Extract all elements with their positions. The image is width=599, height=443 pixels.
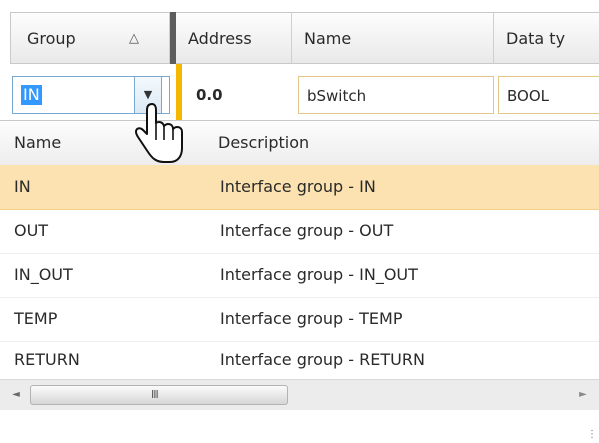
dropdown-option-in[interactable]: IN Interface group - IN: [0, 165, 599, 210]
column-header-group[interactable]: Group △: [10, 12, 170, 64]
data-type-cell[interactable]: BOOL: [498, 76, 599, 114]
grip-icon: III: [151, 388, 159, 401]
dropdown-list-header: Name Description: [0, 121, 599, 166]
dropdown-column-name[interactable]: Name: [14, 121, 61, 165]
option-description: Interface group - IN: [220, 177, 376, 196]
option-name: RETURN: [14, 350, 80, 369]
horizontal-scrollbar[interactable]: ◄ III ►: [0, 379, 599, 410]
dropdown-column-description[interactable]: Description: [218, 121, 309, 165]
group-combobox-value[interactable]: IN: [21, 85, 42, 105]
column-header-address-label: Address: [188, 29, 252, 48]
option-name: OUT: [14, 221, 49, 240]
option-description: Interface group - RETURN: [220, 350, 425, 369]
hand-pointer-icon: [135, 103, 183, 163]
option-description: Interface group - TEMP: [220, 309, 403, 328]
column-header-data-type[interactable]: Data ty: [494, 12, 599, 64]
grid-header: Group △ Address Name Data ty: [0, 0, 599, 120]
dropdown-option-in-out[interactable]: IN_OUT Interface group - IN_OUT: [0, 253, 599, 298]
dropdown-option-return[interactable]: RETURN Interface group - RETURN: [0, 341, 599, 379]
name-cell[interactable]: bSwitch: [298, 76, 494, 114]
address-cell[interactable]: 0.0: [196, 76, 223, 114]
scroll-left-icon[interactable]: ◄: [4, 380, 28, 410]
dropdown-option-temp[interactable]: TEMP Interface group - TEMP: [0, 297, 599, 342]
option-description: Interface group - IN_OUT: [220, 265, 418, 284]
option-name: IN_OUT: [14, 265, 73, 284]
option-name: TEMP: [14, 309, 58, 328]
dropdown-option-out[interactable]: OUT Interface group - OUT: [0, 209, 599, 254]
group-dropdown-list: Name Description IN Interface group - IN…: [0, 120, 599, 443]
column-header-data-type-label: Data ty: [506, 29, 566, 48]
column-header-group-label: Group: [27, 29, 76, 48]
column-header-name[interactable]: Name: [292, 12, 494, 64]
sort-ascending-icon: △: [129, 31, 139, 46]
column-header-address[interactable]: Address: [176, 12, 292, 64]
scrollbar-thumb[interactable]: III: [30, 385, 288, 405]
scroll-right-icon[interactable]: ►: [571, 380, 595, 410]
resize-grip-icon[interactable]: ⋮: [587, 430, 597, 440]
column-header-name-label: Name: [304, 29, 352, 48]
option-description: Interface group - OUT: [220, 221, 394, 240]
option-name: IN: [14, 177, 31, 196]
